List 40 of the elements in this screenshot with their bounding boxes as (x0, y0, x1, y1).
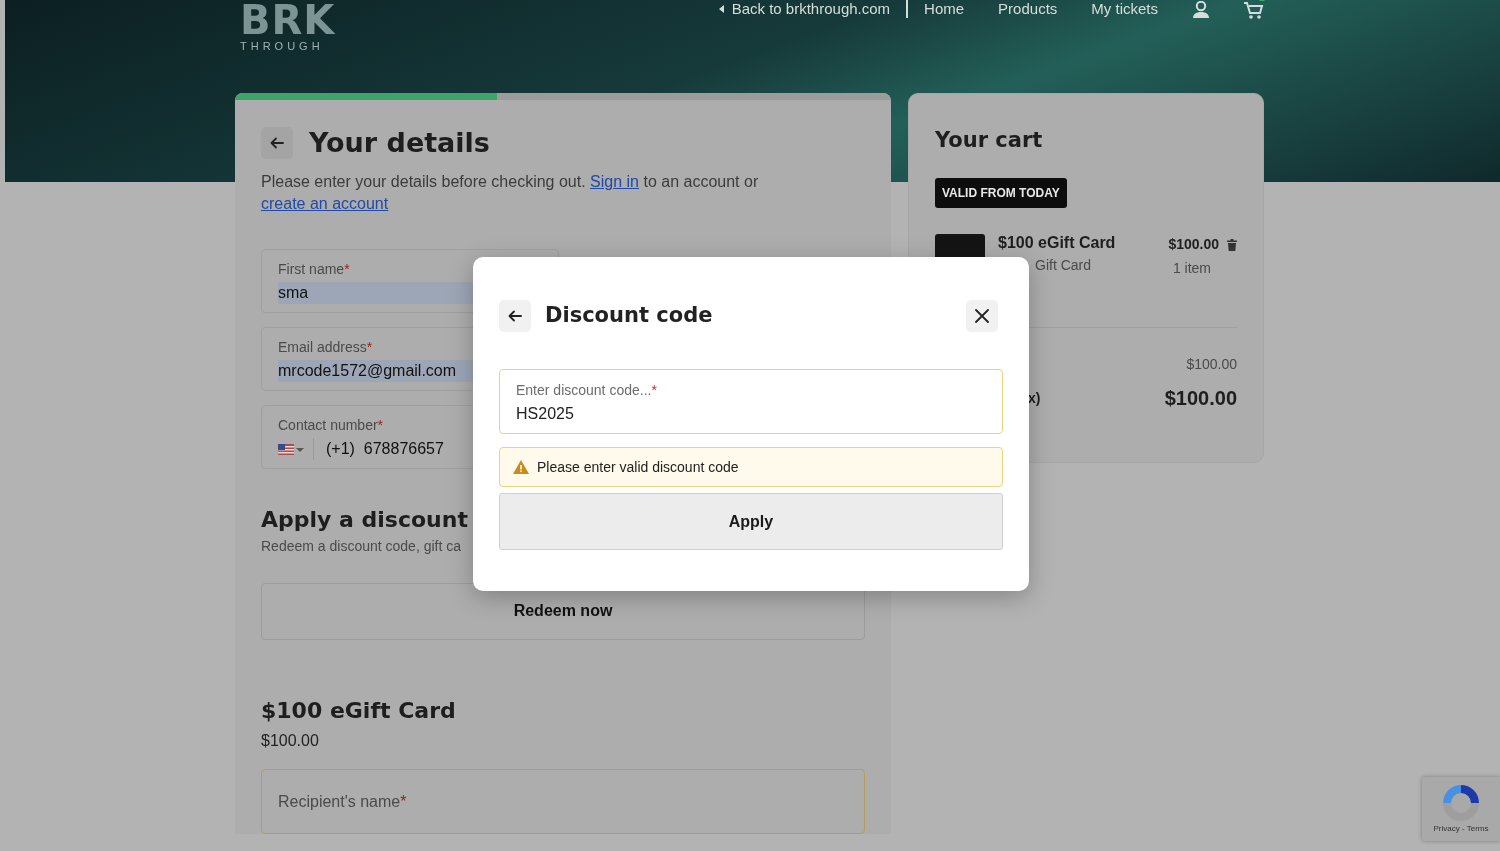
flag-dropdown-icon[interactable] (278, 443, 305, 455)
back-link[interactable]: Back to brkthrough.com (718, 0, 891, 21)
logo[interactable]: BRK (240, 0, 336, 40)
product-title: $100 eGift Card (261, 697, 456, 725)
section-subtitle: Redeem a discount code, gift ca (261, 536, 462, 556)
page-title: Your details (309, 127, 490, 160)
product-price: $100.00 (261, 731, 320, 752)
apply-button[interactable]: Apply (499, 493, 1003, 550)
item-price: $100.00 (1168, 235, 1219, 255)
privacy-terms-link[interactable]: Privacy - Terms (1433, 823, 1489, 835)
nav-link[interactable]: Home (924, 0, 965, 21)
item-subtitle: Gift Card (1035, 256, 1092, 276)
trash-icon[interactable] (1227, 238, 1237, 251)
phone-value: (+1) 678876657 (326, 439, 444, 460)
discount-code-field[interactable]: Enter discount code...* HS2025 (499, 369, 1003, 434)
close-button[interactable] (966, 300, 998, 332)
link[interactable]: create an account (261, 195, 389, 213)
total-value: $100.00 (1164, 386, 1237, 412)
logo-subtitle: THROUGH (240, 39, 324, 54)
total-label: x) (1028, 388, 1041, 408)
back-button[interactable] (261, 127, 293, 160)
subtotal-value: $100.00 (1186, 355, 1237, 375)
section-title: Apply a discount (261, 507, 468, 534)
back-button[interactable] (499, 300, 531, 332)
nav-link[interactable]: My tickets (1091, 0, 1158, 21)
back-arrow-icon (507, 308, 523, 324)
user-icon[interactable] (1192, 0, 1210, 18)
caret-left-icon (718, 5, 724, 13)
item-name: $100 eGift Card (998, 234, 1117, 253)
item-quantity: 1 item (1171, 259, 1211, 279)
input-field[interactable]: Recipient's name* (261, 769, 865, 835)
cart-icon[interactable] (1244, 0, 1264, 19)
link[interactable]: Sign in (590, 173, 639, 191)
intro-text: Please enter your details before checking out. Sign in to an account or create an account (261, 172, 760, 215)
validity-badge: VALID FROM TODAY (935, 178, 1067, 209)
warning-icon (513, 460, 529, 474)
nav-link[interactable]: Products (998, 0, 1058, 21)
recaptcha-icon (1441, 783, 1481, 823)
close-icon (975, 309, 989, 323)
cart-title: Your cart (935, 128, 1044, 154)
